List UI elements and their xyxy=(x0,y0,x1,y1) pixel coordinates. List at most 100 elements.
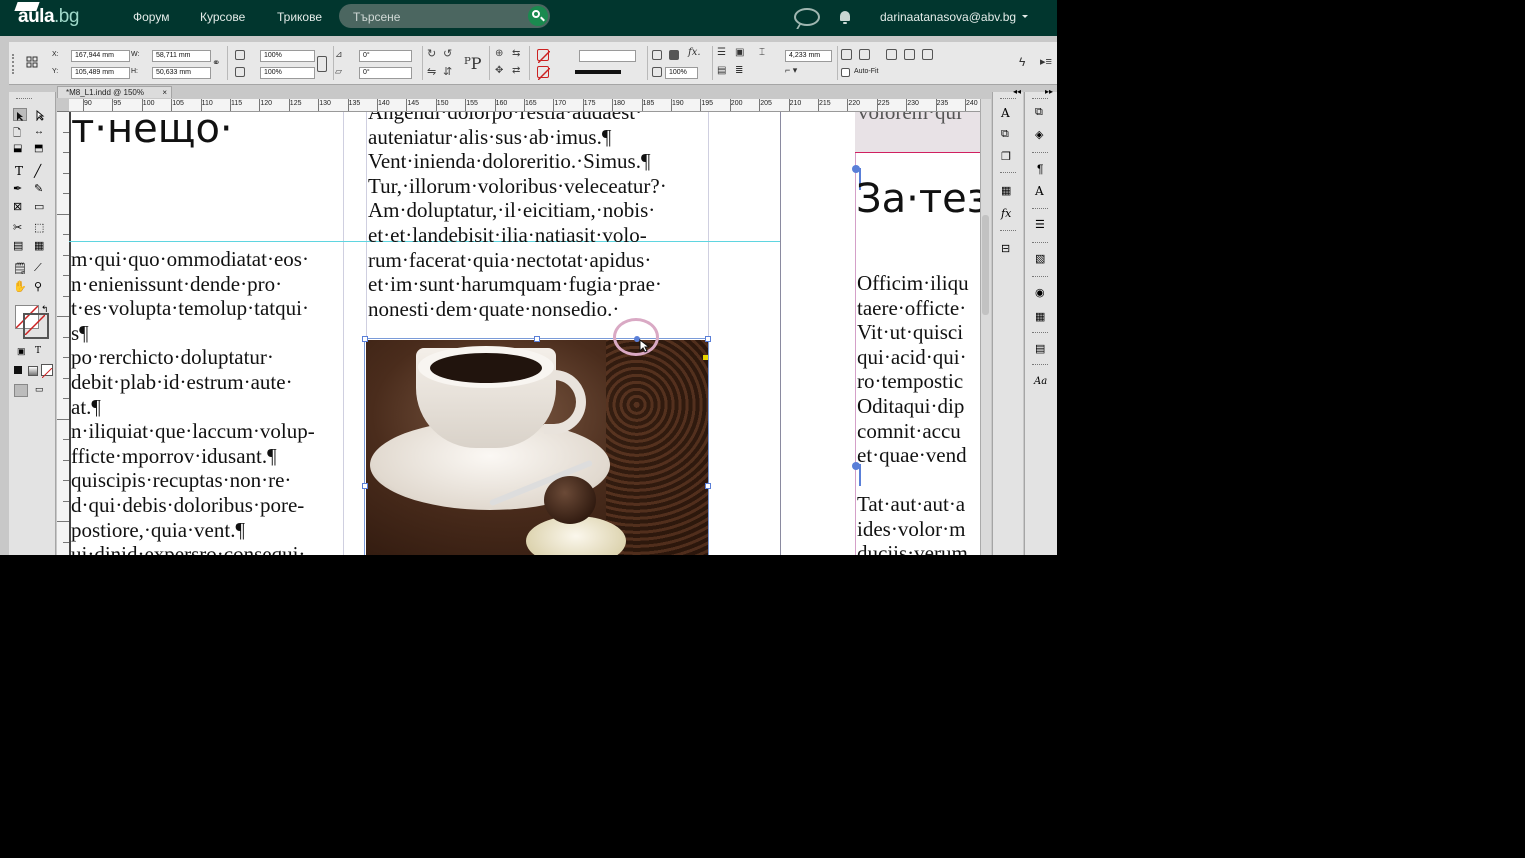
selection-tool-icon[interactable] xyxy=(13,108,27,121)
formatting-container-icon[interactable]: ▣ xyxy=(17,346,31,359)
fit-proportional-icon[interactable] xyxy=(922,49,933,60)
content-placer-icon[interactable]: ⬒ xyxy=(34,143,48,156)
x-field[interactable]: 167,944 mm xyxy=(71,50,130,62)
rotate-cw-icon[interactable]: ↻ xyxy=(427,47,436,60)
bell-icon[interactable] xyxy=(840,11,850,21)
line-tool-icon[interactable]: ╱ xyxy=(34,164,48,177)
resize-handle[interactable] xyxy=(534,336,540,342)
hand-tool-icon[interactable]: ✋ xyxy=(13,280,27,293)
panel-grip[interactable] xyxy=(1032,276,1048,279)
panel-grip[interactable] xyxy=(1000,98,1016,101)
panel-grip[interactable] xyxy=(12,54,18,74)
collapse-panel-icon[interactable]: ▸▸ xyxy=(1045,87,1053,96)
fit-frame-content-icon[interactable] xyxy=(859,49,870,60)
fx-icon[interactable]: fx. xyxy=(688,47,701,58)
chat-bubble-icon[interactable] xyxy=(794,8,820,26)
layers-panel-icon[interactable]: ◈ xyxy=(1035,128,1049,140)
gradient-swatch-tool-icon[interactable]: ▤ xyxy=(13,239,27,252)
gradient-panel-icon[interactable]: ▧ xyxy=(1035,252,1049,264)
type-tool-icon[interactable]: T xyxy=(15,164,29,177)
column3-top-text[interactable]: volorem·qui xyxy=(858,112,962,125)
panel-grip[interactable] xyxy=(1032,152,1048,155)
character-panel-icon[interactable]: A xyxy=(1001,106,1015,118)
panel-grip[interactable] xyxy=(16,98,32,101)
vertical-scrollbar[interactable] xyxy=(980,99,991,555)
wrap-shape-icon[interactable]: ▤ xyxy=(717,65,726,76)
panel-grip[interactable] xyxy=(1032,332,1048,335)
corner-icon[interactable]: ⌐ ▾ xyxy=(785,65,797,76)
wrap-bounding-icon[interactable]: ▣ xyxy=(735,47,744,58)
fx-panel-icon[interactable]: fx xyxy=(1001,207,1015,219)
select-next-icon[interactable]: ⇄ xyxy=(512,65,520,76)
column3-heading[interactable]: За·тез xyxy=(856,176,980,222)
apply-gradient-icon[interactable] xyxy=(28,366,38,376)
panel-menu-icon[interactable]: ▸≡ xyxy=(1040,55,1052,68)
resize-handle[interactable] xyxy=(705,336,711,342)
search-input[interactable] xyxy=(351,8,525,26)
flip-vertical-icon[interactable]: ⇵ xyxy=(443,65,452,78)
document-page[interactable]: т·нещо· m·qui·quo·ommodiatat·eos·n·enien… xyxy=(69,112,980,555)
nav-link-tricks[interactable]: Трикове xyxy=(277,10,322,24)
align-panel-icon[interactable]: ⊟ xyxy=(1001,242,1015,254)
scale-y-field[interactable]: 100% xyxy=(260,67,315,79)
formatting-text-icon[interactable]: T xyxy=(35,346,49,359)
nav-link-courses[interactable]: Курсове xyxy=(200,10,245,24)
h-field[interactable]: 50,633 mm xyxy=(152,67,211,79)
rectangle-frame-tool-icon[interactable]: ⊠ xyxy=(13,200,27,213)
center-content-icon[interactable] xyxy=(886,49,897,60)
pages-icon[interactable]: ⧉ xyxy=(1035,106,1049,118)
effects-icon[interactable] xyxy=(669,50,679,60)
pages-panel-icon[interactable]: ❐ xyxy=(1001,150,1015,162)
panel-grip[interactable] xyxy=(1032,98,1048,101)
pen-tool-icon[interactable]: ✒ xyxy=(13,182,27,195)
panel-grip[interactable] xyxy=(1000,172,1016,175)
swatches-panel-icon[interactable]: ◉ xyxy=(1035,286,1049,298)
flip-horizontal-icon[interactable]: ⇋ xyxy=(427,65,436,78)
collapse-panel-icon[interactable]: ◂◂ xyxy=(1013,87,1021,96)
resize-handle[interactable] xyxy=(705,483,711,489)
y-field[interactable]: 105,489 mm xyxy=(71,67,130,79)
select-previous-icon[interactable]: ⇆ xyxy=(512,48,520,59)
wrap-none-icon[interactable]: ☰ xyxy=(717,47,726,58)
reference-point-icon[interactable] xyxy=(26,56,38,68)
screen-mode-icon[interactable]: ▭ xyxy=(35,384,49,397)
rotate-field[interactable]: 0° xyxy=(359,50,412,62)
resize-handle[interactable] xyxy=(362,483,368,489)
scissors-tool-icon[interactable]: ✂ xyxy=(13,221,27,234)
coffee-photo[interactable] xyxy=(366,340,708,555)
lightning-icon[interactable]: ϟ xyxy=(1019,55,1025,69)
page-tool-icon[interactable]: 🗋 xyxy=(13,126,27,139)
panel-grip[interactable] xyxy=(1000,230,1016,233)
swap-colors-icon[interactable]: ↰ xyxy=(41,304,49,315)
free-transform-tool-icon[interactable]: ⬚ xyxy=(34,221,48,234)
select-content-icon[interactable]: ✥ xyxy=(495,65,503,76)
stroke-swatch-icon[interactable] xyxy=(537,66,549,78)
fit-content-frame-icon[interactable] xyxy=(841,49,852,60)
shear-field[interactable]: 0° xyxy=(359,67,412,79)
gap-tool-icon[interactable]: ↔ xyxy=(34,126,48,139)
fill-swatch-icon[interactable] xyxy=(537,49,549,61)
select-container-icon[interactable]: ⊕ xyxy=(495,48,503,59)
normal-view-icon[interactable] xyxy=(14,384,28,397)
auto-fit-checkbox[interactable] xyxy=(841,68,850,77)
document-tab[interactable]: *M8_L1.indd @ 150% × xyxy=(57,86,172,98)
drop-shadow-icon[interactable] xyxy=(652,50,662,60)
scrollbar-thumb[interactable] xyxy=(982,215,989,315)
eyedropper-tool-icon[interactable]: ⟋ xyxy=(34,262,48,275)
gap-field[interactable]: 4,233 mm xyxy=(785,50,832,62)
opacity-field[interactable]: 100% xyxy=(665,67,698,79)
apply-color-icon[interactable] xyxy=(14,366,22,374)
scale-x-field[interactable]: 100% xyxy=(260,50,315,62)
glyphs-panel-icon[interactable]: Aa xyxy=(1034,376,1048,388)
panel-grip[interactable] xyxy=(1032,242,1048,245)
rectangle-tool-icon[interactable]: ▭ xyxy=(34,200,48,213)
table-panel-icon[interactable]: ▦ xyxy=(1001,184,1015,196)
constrain-link-icon[interactable]: ⚭ xyxy=(212,58,220,69)
gradient-feather-tool-icon[interactable]: ▦ xyxy=(34,239,48,252)
stroke-panel-icon[interactable]: ☰ xyxy=(1035,218,1049,230)
direct-selection-tool-icon[interactable] xyxy=(34,108,48,121)
horizontal-ruler[interactable]: 9095100105110115120125130135140145150155… xyxy=(69,99,981,112)
stroke-color-swatch[interactable] xyxy=(23,313,49,339)
corner-options-handle[interactable] xyxy=(703,355,708,360)
panel-grip[interactable] xyxy=(1032,364,1048,367)
